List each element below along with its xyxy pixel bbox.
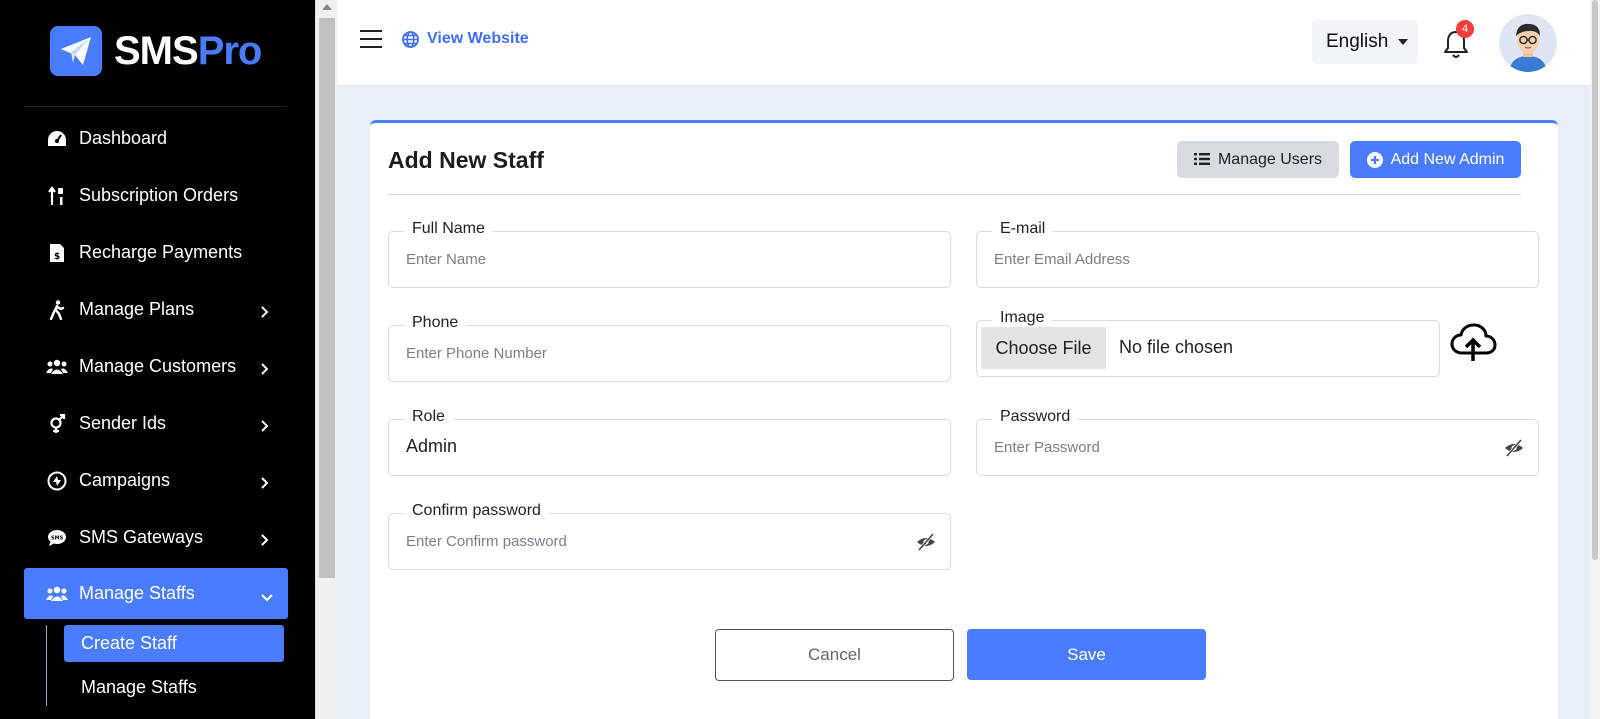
language-label: English (1326, 31, 1389, 52)
sidebar-item-label: Manage Customers (79, 356, 237, 376)
sidebar-item-dashboard[interactable]: Dashboard (24, 110, 288, 167)
save-button[interactable]: Save (967, 629, 1206, 680)
sidebar-item-campaigns[interactable]: Campaigns (24, 452, 288, 509)
view-website-link[interactable]: View Website (402, 30, 529, 48)
menu-toggle-icon[interactable] (360, 30, 382, 50)
confirm-password-field: Confirm password (388, 502, 951, 570)
sidebar-item-recharge-payments[interactable]: $ Recharge Payments (24, 224, 288, 281)
sidebar-subnav: Create Staff Manage Staffs (46, 625, 288, 706)
eye-slash-icon[interactable] (916, 532, 936, 552)
sidebar-item-label: SMS Gateways (79, 527, 204, 547)
sidebar-item-label: Campaigns (79, 470, 171, 490)
users-icon (46, 356, 68, 378)
sidebar-item-manage-staffs[interactable]: Manage Staffs (24, 568, 288, 619)
confirm-password-input[interactable] (406, 514, 906, 569)
list-icon (1193, 152, 1210, 168)
sidebar-nav: Dashboard Subscription Orders $ Recharge… (24, 110, 288, 713)
chevron-right-icon (260, 360, 270, 375)
add-new-admin-label: Add New Admin (1390, 150, 1505, 168)
page-scrollbar[interactable] (1590, 0, 1600, 719)
avatar[interactable] (1499, 14, 1557, 72)
sidebar-item-label: Recharge Payments (79, 242, 243, 262)
walk-icon (46, 299, 68, 321)
divider (388, 194, 1521, 195)
chevron-right-icon (260, 474, 270, 489)
sidebar-item-sms-gateways[interactable]: SMS SMS Gateways (24, 509, 288, 566)
sidebar-item-label: Sender Ids (79, 413, 167, 433)
caret-down-icon (1398, 39, 1409, 45)
divider (24, 106, 287, 107)
email-input[interactable] (994, 232, 1494, 287)
gauge-icon (46, 128, 68, 150)
image-label: Image (992, 309, 1053, 327)
full-name-input[interactable] (406, 232, 906, 287)
add-staff-card: Add New Staff Manage Users Add New Admin… (370, 120, 1558, 719)
image-field: Image Choose File No file chosen (976, 309, 1440, 377)
sort-icon (46, 185, 68, 207)
plus-circle-icon (1366, 151, 1383, 168)
chevron-right-icon (260, 531, 270, 546)
sidebar-item-manage-customers[interactable]: Manage Customers (24, 338, 288, 395)
password-input[interactable] (994, 420, 1494, 475)
campaign-icon (46, 470, 68, 492)
file-status: No file chosen (1119, 337, 1234, 357)
sidebar-item-label: Manage Staffs (79, 583, 195, 603)
scrollbar-thumb[interactable] (1592, 0, 1598, 560)
main-content: Add New Staff Manage Users Add New Admin… (337, 86, 1590, 719)
sidebar-subitem-create-staff[interactable]: Create Staff (64, 625, 284, 662)
password-field: Password (976, 408, 1539, 476)
full-name-field: Full Name (388, 220, 951, 288)
chevron-down-icon (260, 587, 273, 601)
role-label: Role (404, 408, 453, 426)
staff-icon (46, 583, 68, 605)
chevron-right-icon (260, 303, 270, 318)
svg-text:SMS: SMS (51, 535, 64, 541)
brand-name: SMS (114, 28, 199, 73)
eye-slash-icon[interactable] (1504, 438, 1524, 458)
role-value: Admin (406, 436, 458, 456)
brand-name-accent: Pro (197, 28, 263, 73)
page-title: Add New Staff (388, 147, 544, 173)
view-website-label: View Website (427, 30, 529, 47)
sidebar: SMSPro Dashboard Subscription Orders $ R… (0, 0, 315, 719)
role-field[interactable]: Role Admin (388, 408, 951, 476)
scrollbar-thumb[interactable] (319, 18, 335, 578)
phone-field: Phone (388, 314, 951, 382)
cancel-button[interactable]: Cancel (715, 629, 954, 681)
invoice-icon: $ (46, 242, 68, 264)
sidebar-item-manage-plans[interactable]: Manage Plans (24, 281, 288, 338)
sidebar-item-sender-ids[interactable]: Sender Ids (24, 395, 288, 452)
sidebar-subitem-manage-staffs[interactable]: Manage Staffs (64, 669, 284, 706)
cloud-upload-icon (1449, 323, 1497, 363)
manage-users-button[interactable]: Manage Users (1177, 141, 1339, 178)
sidebar-item-label: Subscription Orders (79, 185, 239, 205)
sidebar-item-subscription-orders[interactable]: Subscription Orders (24, 167, 288, 224)
manage-users-label: Manage Users (1217, 150, 1323, 168)
globe-icon (402, 30, 419, 48)
sidebar-item-label: Dashboard (79, 128, 168, 148)
choose-file-button[interactable]: Choose File (981, 327, 1106, 369)
add-new-admin-button[interactable]: Add New Admin (1350, 141, 1521, 178)
notification-badge: 4 (1456, 20, 1474, 38)
chevron-right-icon (260, 417, 270, 432)
brand-logo[interactable]: SMSPro (50, 26, 263, 76)
sidebar-item-label: Manage Plans (79, 299, 195, 319)
email-field: E-mail (976, 220, 1539, 288)
language-dropdown[interactable]: English (1312, 20, 1418, 64)
sms-icon: SMS (46, 527, 68, 549)
topbar: View Website English 4 (337, 0, 1590, 86)
paper-plane-icon (50, 26, 102, 76)
svg-text:$: $ (54, 252, 60, 262)
phone-input[interactable] (406, 326, 906, 381)
sidebar-scrollbar[interactable] (315, 0, 337, 719)
gender-icon (46, 413, 68, 435)
scroll-up-arrow-icon[interactable] (322, 4, 332, 10)
